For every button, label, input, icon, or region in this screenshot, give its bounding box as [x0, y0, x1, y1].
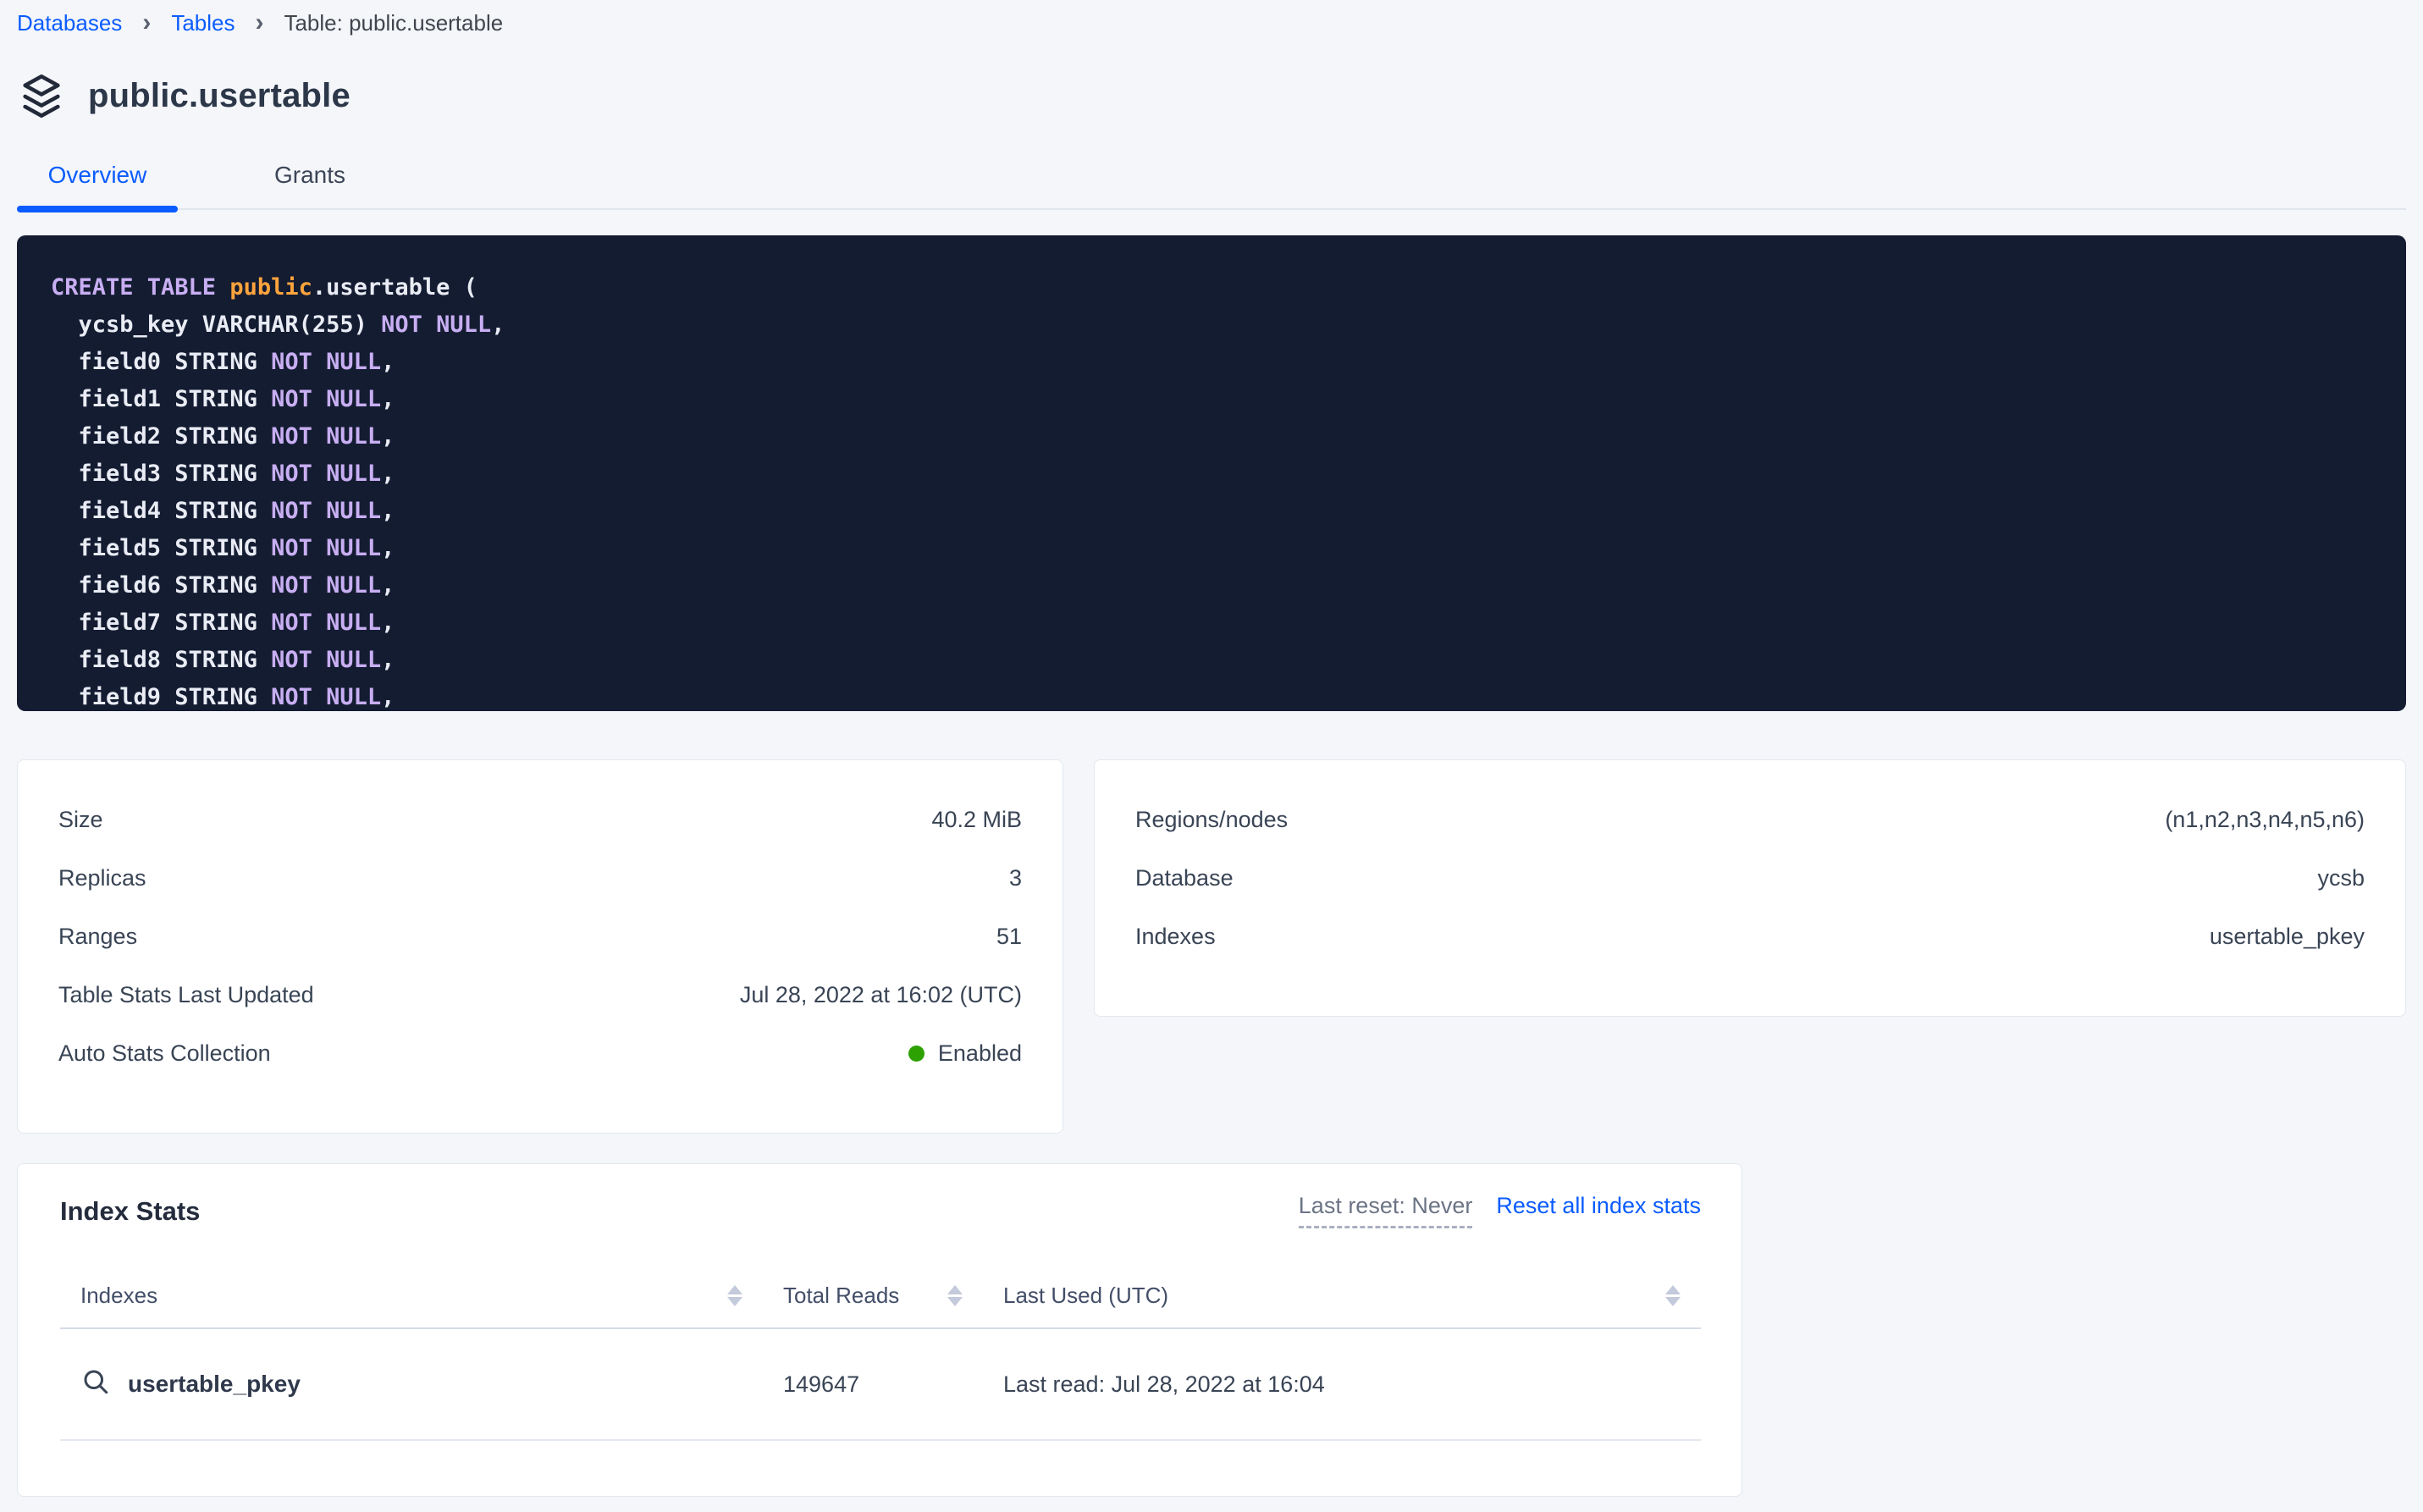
enabled-status-dot	[908, 1046, 924, 1062]
stat-row-stats-updated: Table Stats Last Updated Jul 28, 2022 at…	[18, 966, 1062, 1024]
stat-label: Replicas	[58, 865, 146, 891]
stat-value: usertable_pkey	[2210, 924, 2365, 950]
stat-value: (n1,n2,n3,n4,n5,n6)	[2165, 807, 2365, 833]
stat-label: Table Stats Last Updated	[58, 982, 314, 1008]
active-tab-indicator	[17, 206, 178, 212]
sort-icon[interactable]	[727, 1285, 742, 1306]
last-used-cell: Last read: Jul 28, 2022 at 16:04	[983, 1328, 1701, 1440]
stat-label: Indexes	[1135, 924, 1216, 950]
chevron-right-icon: ›	[255, 10, 263, 36]
stat-value: Enabled	[908, 1040, 1022, 1067]
sort-icon[interactable]	[1665, 1285, 1681, 1306]
index-name-link[interactable]: usertable_pkey	[128, 1371, 301, 1398]
stat-value: Jul 28, 2022 at 16:02 (UTC)	[740, 982, 1022, 1008]
index-stats-title: Index Stats	[60, 1193, 200, 1227]
stack-icon	[17, 71, 66, 120]
create-statement-code-block: CREATE TABLE public.usertable ( ycsb_key…	[17, 235, 2406, 711]
page-title: public.usertable	[88, 77, 350, 115]
stat-row-size: Size 40.2 MiB	[18, 791, 1062, 849]
status-text: Enabled	[938, 1040, 1022, 1067]
page-header: public.usertable	[17, 71, 2406, 120]
index-name-cell: usertable_pkey	[60, 1328, 763, 1440]
table-row: usertable_pkey 149647 Last read: Jul 28,…	[60, 1328, 1701, 1440]
stat-value: 3	[1009, 865, 1022, 891]
index-stats-actions: Last reset: Never Reset all index stats	[1299, 1193, 1701, 1228]
stat-label: Regions/nodes	[1135, 807, 1288, 833]
total-reads-cell: 149647	[763, 1328, 983, 1440]
column-header-total-reads[interactable]: Total Reads	[763, 1264, 983, 1328]
tab-bar: Overview Grants	[17, 142, 2406, 210]
stat-row-auto-stats: Auto Stats Collection Enabled	[18, 1024, 1062, 1083]
stat-label: Ranges	[58, 924, 137, 950]
tab-overview[interactable]: Overview	[17, 162, 178, 189]
search-icon	[80, 1366, 111, 1403]
table-header-row: Indexes Total Reads	[60, 1264, 1701, 1328]
column-label: Total Reads	[783, 1283, 899, 1309]
breadcrumb-databases[interactable]: Databases	[17, 8, 122, 37]
index-stats-table: Indexes Total Reads	[60, 1264, 1701, 1441]
stat-value: 40.2 MiB	[931, 807, 1022, 833]
column-label: Indexes	[80, 1283, 157, 1309]
last-reset-label[interactable]: Last reset: Never	[1299, 1193, 1473, 1228]
chevron-right-icon: ›	[142, 10, 151, 36]
stat-label: Size	[58, 807, 103, 833]
stat-row-indexes: Indexes usertable_pkey	[1095, 908, 2405, 966]
breadcrumb-current: Table: public.usertable	[284, 8, 503, 37]
column-label: Last Used (UTC)	[1003, 1283, 1168, 1309]
reset-index-stats-link[interactable]: Reset all index stats	[1496, 1193, 1701, 1219]
details-cards: Size 40.2 MiB Replicas 3 Ranges 51 Table…	[17, 759, 2406, 1134]
sort-icon[interactable]	[947, 1285, 963, 1306]
breadcrumb-tables[interactable]: Tables	[171, 8, 235, 37]
stat-label: Auto Stats Collection	[58, 1040, 271, 1067]
stat-row-database: Database ycsb	[1095, 849, 2405, 908]
stat-row-ranges: Ranges 51	[18, 908, 1062, 966]
breadcrumb: Databases › Tables › Table: public.usert…	[17, 0, 2406, 37]
index-stats-card: Index Stats Last reset: Never Reset all …	[17, 1163, 1742, 1497]
sql-code: CREATE TABLE public.usertable ( ycsb_key…	[51, 269, 2406, 711]
tab-grants[interactable]: Grants	[259, 162, 361, 189]
stat-row-regions: Regions/nodes (n1,n2,n3,n4,n5,n6)	[1095, 791, 2405, 849]
table-location-card: Regions/nodes (n1,n2,n3,n4,n5,n6) Databa…	[1094, 759, 2406, 1017]
stat-value: ycsb	[2317, 865, 2365, 891]
table-details-page: Databases › Tables › Table: public.usert…	[0, 0, 2423, 1497]
table-stats-card: Size 40.2 MiB Replicas 3 Ranges 51 Table…	[17, 759, 1063, 1134]
stat-row-replicas: Replicas 3	[18, 849, 1062, 908]
column-header-last-used[interactable]: Last Used (UTC)	[983, 1264, 1701, 1328]
column-header-indexes[interactable]: Indexes	[60, 1264, 763, 1328]
stat-label: Database	[1135, 865, 1234, 891]
index-stats-header: Index Stats Last reset: Never Reset all …	[60, 1193, 1701, 1228]
stat-value: 51	[996, 924, 1022, 950]
